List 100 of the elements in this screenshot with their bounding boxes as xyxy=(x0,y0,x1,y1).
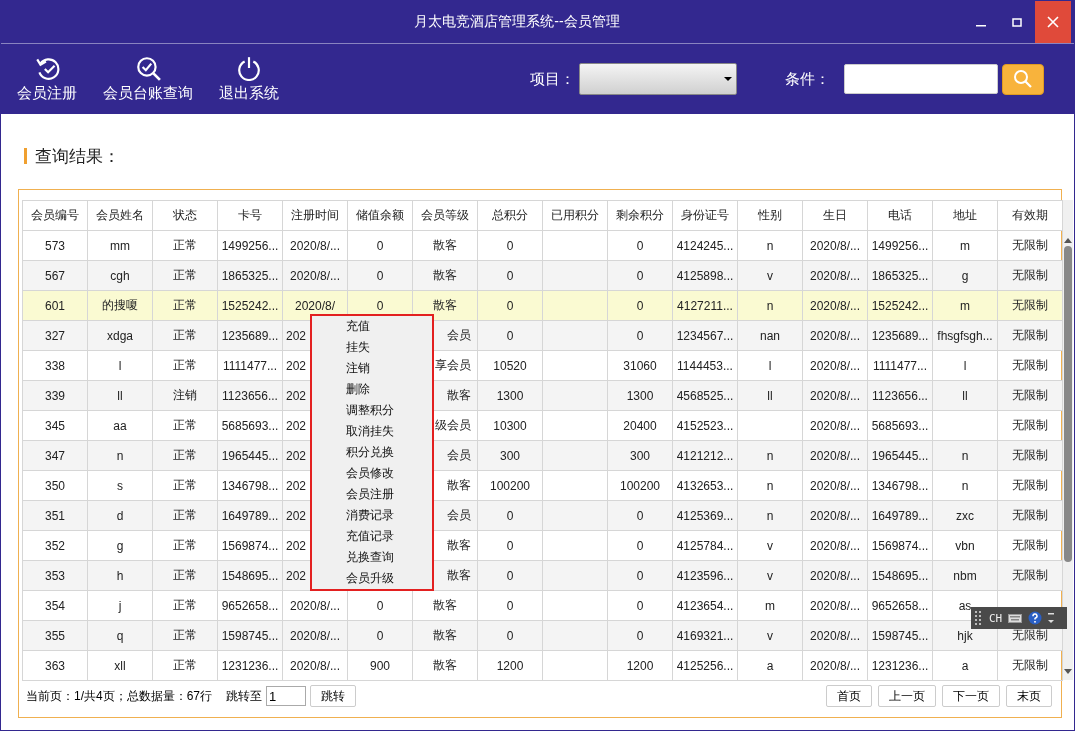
column-header[interactable]: 卡号 xyxy=(217,200,283,231)
table-cell: 10520 xyxy=(493,358,527,373)
selected-row[interactable]: 601 的搜嗄 正常 1525242... 2020/8/ 0 散客 0 0 4127211... n 2020/8/... 1525242... m 无限制 xyxy=(22,290,1063,321)
table-cell: n xyxy=(116,448,124,463)
table-cell: 347 xyxy=(45,448,65,463)
table-cell: 1525242... xyxy=(221,298,279,313)
menu-item[interactable]: 删除 xyxy=(312,379,432,400)
menu-item[interactable]: 挂失 xyxy=(312,337,432,358)
table-cell: 4123596... xyxy=(676,568,734,583)
menu-item[interactable]: 积分兑换 xyxy=(312,442,432,463)
menu-item[interactable]: 消费记录 xyxy=(312,505,432,526)
table-cell: 0 xyxy=(506,238,514,253)
scroll-thumb[interactable] xyxy=(1064,246,1072,562)
column-header[interactable]: 剩余积分 xyxy=(607,200,673,231)
table-cell: 0 xyxy=(376,268,384,283)
column-header[interactable]: 地址 xyxy=(932,200,998,231)
column-header[interactable]: 有效期 xyxy=(997,200,1063,231)
scrollbar[interactable] xyxy=(1063,200,1073,680)
page-button[interactable]: 末页 xyxy=(1006,685,1052,707)
table-cell: 100200 xyxy=(619,478,660,493)
column-header[interactable]: 身份证号 xyxy=(672,200,738,231)
caret-icon xyxy=(724,77,732,81)
column-header[interactable]: 生日 xyxy=(802,200,868,231)
table-cell: 573 xyxy=(45,238,65,253)
table-cell: 567 xyxy=(45,268,65,283)
column-header[interactable]: 注册时间 xyxy=(282,200,348,231)
table-cell: 0 xyxy=(636,268,644,283)
table-cell: 31060 xyxy=(623,358,657,373)
table-cell: 2020/8/... xyxy=(809,358,860,373)
jump-button[interactable]: 跳转 xyxy=(310,685,357,707)
table-cell: 9652658... xyxy=(871,598,929,613)
window-title: 月太电竞酒店管理系统--会员管理 xyxy=(413,13,621,31)
menu-item[interactable]: 会员注册 xyxy=(312,484,432,505)
table-cell: vbn xyxy=(955,538,975,553)
table-cell: 202 xyxy=(286,568,307,583)
table-cell: 1111477... xyxy=(222,358,277,373)
table-cell: 1569874... xyxy=(871,538,929,553)
menu-item[interactable]: 充值记录 xyxy=(312,526,432,547)
column-header[interactable]: 状态 xyxy=(152,200,218,231)
table-cell: 无限制 xyxy=(1012,358,1048,372)
page-field[interactable]: 1 xyxy=(266,686,307,706)
page-button[interactable]: 上一页 xyxy=(878,685,936,707)
table-cell: 0 xyxy=(506,328,514,343)
table-cell: 202 xyxy=(286,508,307,523)
table-cell: 享会员 xyxy=(435,358,471,372)
table-cell: n xyxy=(961,478,969,493)
table-cell: v xyxy=(767,268,773,283)
keyboard-icon[interactable] xyxy=(1008,613,1023,623)
table-cell: n xyxy=(961,448,969,463)
menu-item[interactable]: 会员升级 xyxy=(312,568,432,589)
table-cell: hjk xyxy=(957,628,973,643)
menu-item[interactable]: 取消挂失 xyxy=(312,421,432,442)
table-cell: 345 xyxy=(45,418,65,433)
table-cell: 2020/8/... xyxy=(809,448,860,463)
menu-item[interactable]: 注销 xyxy=(312,358,432,379)
table-cell: 1235689... xyxy=(871,328,929,343)
table-cell: ll xyxy=(962,388,968,403)
column-header[interactable]: 会员等级 xyxy=(412,200,478,231)
column-header[interactable]: 总积分 xyxy=(477,200,543,231)
toolbar-button[interactable]: 会员台账查询 xyxy=(95,51,201,107)
table-cell: 1499256... xyxy=(221,238,279,253)
column-header[interactable]: 会员姓名 xyxy=(87,200,153,231)
table-cell: 2020/8/... xyxy=(809,598,860,613)
table-cell: 正常 xyxy=(173,538,197,552)
help-icon[interactable] xyxy=(1028,611,1043,625)
column-header[interactable]: 会员编号 xyxy=(22,200,88,231)
toolbar-button[interactable]: 退出系统 xyxy=(211,51,287,107)
column-header[interactable]: 储值余额 xyxy=(347,200,413,231)
scroll-down-icon[interactable] xyxy=(1063,668,1073,676)
project-dropdown[interactable] xyxy=(579,63,737,95)
scroll-up-icon[interactable] xyxy=(1063,236,1073,244)
toolbar-button[interactable]: 会员注册 xyxy=(9,51,85,107)
condition-field[interactable] xyxy=(844,64,998,94)
grip-icon[interactable] xyxy=(975,611,983,625)
table-cell: 2020/8/... xyxy=(809,628,860,643)
language-indicator[interactable]: CH xyxy=(989,611,1003,625)
table-cell: cgh xyxy=(110,268,130,283)
table-cell: 0 xyxy=(636,508,644,523)
table-cell: 327 xyxy=(45,328,65,343)
table-cell: 的搜嗄 xyxy=(102,298,138,312)
table-cell: 无限制 xyxy=(1012,568,1048,582)
search-button[interactable] xyxy=(1002,63,1044,95)
table-cell: 338 xyxy=(45,358,65,373)
table-cell: 2020/8/... xyxy=(809,508,860,523)
table-cell: 1144453... xyxy=(677,358,733,373)
options-icon[interactable] xyxy=(1048,612,1055,624)
table-cell: 4125369... xyxy=(676,508,734,523)
table-cell: 0 xyxy=(376,298,384,313)
table-cell: 会员 xyxy=(447,448,471,462)
table-cell: 2020/8/... xyxy=(289,268,340,283)
column-header[interactable]: 性别 xyxy=(737,200,803,231)
table-cell: 正常 xyxy=(173,418,197,432)
page-button[interactable]: 下一页 xyxy=(942,685,1000,707)
menu-item[interactable]: 会员修改 xyxy=(312,463,432,484)
menu-item[interactable]: 调整积分 xyxy=(312,400,432,421)
menu-item[interactable]: 兑换查询 xyxy=(312,547,432,568)
column-header[interactable]: 已用积分 xyxy=(542,200,608,231)
table-cell: 1111477... xyxy=(872,358,927,373)
column-header[interactable]: 电话 xyxy=(867,200,933,231)
page-button[interactable]: 首页 xyxy=(826,685,872,707)
